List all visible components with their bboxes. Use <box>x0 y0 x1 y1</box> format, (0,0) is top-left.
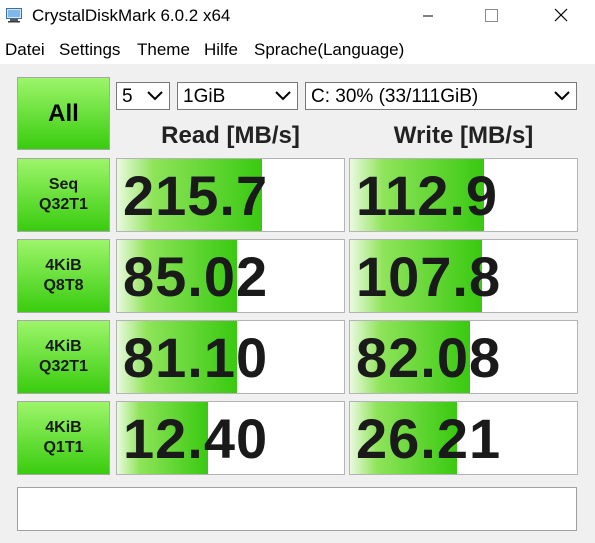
write-value: 112.9 <box>356 164 499 227</box>
test-label-line2: Q32T1 <box>39 196 88 213</box>
test-label-line1: 4KiB <box>45 338 82 355</box>
read-result-4kib-q32t1: 81.10 <box>116 320 345 394</box>
menu-bar: Datei Settings Theme Hilfe Sprache(Langu… <box>0 34 595 64</box>
test-label-line2: Q32T1 <box>39 358 88 375</box>
chevron-down-icon <box>147 91 163 101</box>
menu-language[interactable]: Sprache(Language) <box>254 40 404 60</box>
menu-hilfe[interactable]: Hilfe <box>204 40 238 60</box>
write-result-4kib-q32t1: 82.08 <box>349 320 578 394</box>
menu-settings[interactable]: Settings <box>59 40 120 60</box>
close-icon[interactable] <box>538 0 584 32</box>
test-4kib-q32t1-button[interactable]: 4KiB Q32T1 <box>17 320 110 394</box>
test-label-line2: Q8T8 <box>43 277 84 294</box>
test-seq-q32t1-button[interactable]: Seq Q32T1 <box>17 158 110 232</box>
drive-select[interactable]: C: 30% (33/111GiB) <box>305 82 577 110</box>
test-label-line1: 4KiB <box>45 419 82 436</box>
write-result-4kib-q8t8: 107.8 <box>349 239 578 313</box>
menu-datei[interactable]: Datei <box>5 40 45 60</box>
test-size-value: 1GiB <box>183 86 226 107</box>
write-value: 82.08 <box>356 326 502 389</box>
write-result-4kib-q1t1: 26.21 <box>349 401 578 475</box>
read-value: 81.10 <box>123 326 269 389</box>
title-bar: CrystalDiskMark 6.0.2 x64 <box>0 0 595 34</box>
menu-theme[interactable]: Theme <box>137 40 190 60</box>
chevron-down-icon <box>554 91 570 101</box>
read-value: 215.7 <box>123 164 269 227</box>
read-result-4kib-q8t8: 85.02 <box>116 239 345 313</box>
test-4kib-q8t8-button[interactable]: 4KiB Q8T8 <box>17 239 110 313</box>
maximize-icon[interactable] <box>468 0 514 32</box>
comment-field[interactable] <box>17 487 577 531</box>
test-label-line2: Q1T1 <box>43 439 84 456</box>
chevron-down-icon <box>275 91 291 101</box>
minimize-icon[interactable] <box>405 0 451 32</box>
crystaldiskmark-app-icon <box>6 8 22 23</box>
read-value: 85.02 <box>123 245 269 308</box>
test-label-line1: 4KiB <box>45 257 82 274</box>
test-size-select[interactable]: 1GiB <box>177 82 298 110</box>
read-value: 12.40 <box>123 407 269 470</box>
test-4kib-q1t1-button[interactable]: 4KiB Q1T1 <box>17 401 110 475</box>
read-result-seq-q32t1: 215.7 <box>116 158 345 232</box>
window-title: CrystalDiskMark 6.0.2 x64 <box>32 6 231 25</box>
test-count-select[interactable]: 5 <box>116 82 170 110</box>
read-result-4kib-q1t1: 12.40 <box>116 401 345 475</box>
test-count-value: 5 <box>122 86 133 107</box>
write-column-header: Write [MB/s] <box>393 122 534 149</box>
write-result-seq-q32t1: 112.9 <box>349 158 578 232</box>
write-value: 26.21 <box>356 407 502 470</box>
test-label-line1: Seq <box>48 176 79 193</box>
read-column-header: Read [MB/s] <box>161 122 300 149</box>
drive-value: C: 30% (33/111GiB) <box>311 86 479 107</box>
run-all-button[interactable]: All <box>17 77 110 150</box>
write-value: 107.8 <box>356 245 502 308</box>
